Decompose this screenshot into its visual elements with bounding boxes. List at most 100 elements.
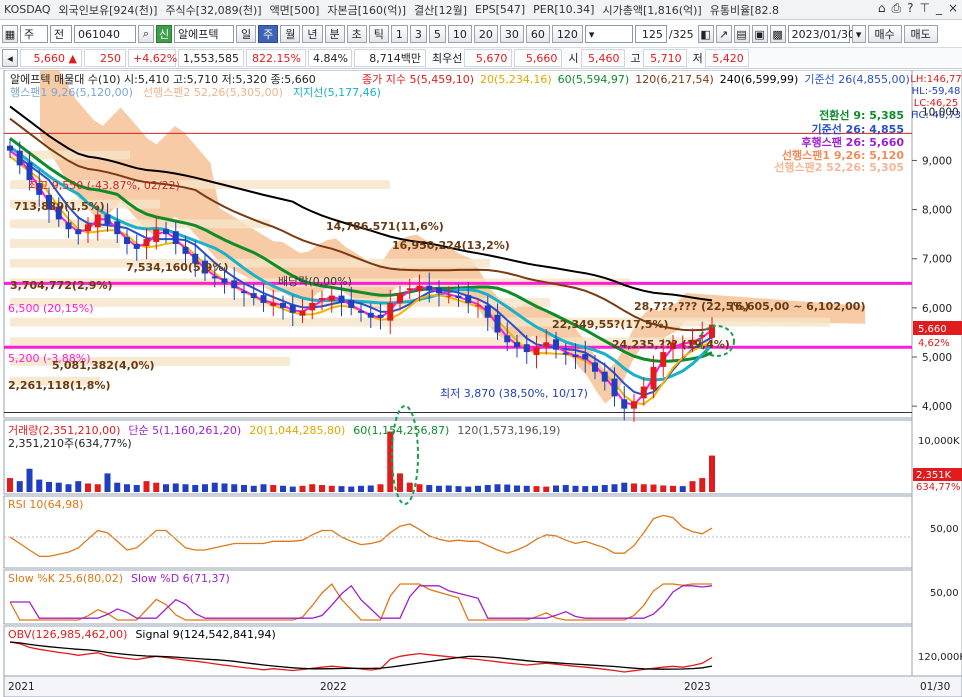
candle-down bbox=[582, 354, 589, 360]
print-icon[interactable]: ⎙ bbox=[892, 1, 902, 16]
volume-ma20-legend: 20(1,044,285,80) bbox=[249, 424, 345, 437]
volume-bar bbox=[543, 486, 550, 492]
high-price: 5,710 bbox=[642, 49, 687, 67]
candle-up bbox=[319, 298, 325, 301]
candle-down bbox=[572, 354, 579, 358]
obv-value-legend: OBV(126,985,462,00) bbox=[8, 628, 127, 641]
current-pct-label: 4,62% bbox=[918, 338, 950, 349]
volume-bar bbox=[280, 485, 286, 492]
volume-bar bbox=[504, 484, 511, 492]
interval-10[interactable]: 10 bbox=[447, 25, 472, 43]
period-second[interactable]: 초 bbox=[346, 25, 367, 43]
candle-down bbox=[426, 285, 433, 291]
custom-interval-select[interactable]: ▾ bbox=[584, 25, 633, 43]
volume-bar bbox=[26, 468, 33, 492]
volume-bar bbox=[367, 485, 374, 492]
candle-down bbox=[133, 244, 140, 249]
par-value: 액면[500] bbox=[269, 3, 320, 17]
calendar-icon[interactable]: ▾ bbox=[851, 25, 866, 43]
period-year[interactable]: 년 bbox=[302, 25, 323, 43]
candle-up bbox=[85, 224, 91, 232]
volume-bar bbox=[104, 473, 111, 492]
volume-profile-label-6: 5,081,382(4,0%) bbox=[52, 359, 155, 372]
volume-legend: 거래량(2,351,210,00) 단순 5(1,160,261,20) 20(1,… bbox=[8, 424, 560, 437]
volume-bar bbox=[124, 484, 130, 492]
candle-down bbox=[163, 229, 169, 235]
volume-bar bbox=[640, 484, 647, 492]
draw-icon[interactable]: ↗ bbox=[715, 25, 732, 43]
home-icon[interactable]: ⌂ bbox=[878, 1, 886, 16]
toggle-icon[interactable]: ◧ bbox=[697, 25, 714, 43]
period-month[interactable]: 월 bbox=[280, 25, 301, 43]
slow-d-legend: Slow %D 6(71,37) bbox=[131, 572, 230, 585]
ma60-legend: 60(5,594,97) bbox=[558, 73, 630, 86]
volume-bar bbox=[65, 484, 72, 492]
help-icon[interactable]: ? bbox=[907, 1, 913, 16]
pin-icon[interactable]: ⊤ bbox=[919, 1, 929, 16]
close-icon[interactable]: × bbox=[948, 1, 958, 16]
low-annotation: 최저 3,870 (38,50%, 10/17) bbox=[440, 387, 588, 400]
candle-up bbox=[387, 302, 394, 321]
line-6500-label: 6,500 (20,15%) bbox=[8, 302, 94, 315]
count-input[interactable]: 125 bbox=[634, 25, 667, 43]
time-label-2021: 2021 bbox=[8, 681, 35, 693]
rsi-panel[interactable] bbox=[3, 495, 913, 569]
date-input[interactable]: 2023/01/30 bbox=[787, 25, 855, 43]
ma240-legend: 240(6,599,99) bbox=[720, 73, 799, 86]
volume-bar bbox=[709, 455, 715, 492]
volume-profile-label-9: 24,235,??? (19,4%) bbox=[612, 338, 730, 351]
foreign-holding: 외국인보유[924(천)] bbox=[58, 3, 158, 17]
period-minute[interactable]: 분 bbox=[324, 25, 345, 43]
price-axis-label: 10,000 bbox=[922, 106, 959, 118]
candle-up bbox=[660, 352, 667, 367]
candle-down bbox=[455, 295, 462, 299]
stock-code-input[interactable]: 061040 bbox=[74, 25, 136, 43]
ask-price: 5,670 bbox=[464, 49, 513, 67]
search-icon[interactable]: ⌕ bbox=[138, 25, 154, 43]
save-icon[interactable]: ▣ bbox=[751, 25, 768, 43]
grid-icon[interactable]: ▤ bbox=[733, 25, 750, 43]
volume-bar bbox=[16, 481, 23, 492]
open-label: 시 bbox=[568, 52, 579, 65]
interval-20[interactable]: 20 bbox=[473, 25, 498, 43]
period-tick[interactable]: 틱 bbox=[368, 25, 389, 43]
minimize-icon[interactable]: _ bbox=[936, 1, 942, 16]
volume-bar bbox=[416, 484, 423, 492]
mode-select[interactable]: 주 bbox=[20, 25, 48, 43]
volume-bar bbox=[221, 483, 228, 492]
layout-icon[interactable]: ▦ bbox=[2, 25, 18, 43]
high-label: 고 bbox=[630, 52, 641, 65]
volume-bar bbox=[631, 483, 637, 492]
interval-30[interactable]: 30 bbox=[499, 25, 524, 43]
volume-ratio: 822.15% bbox=[246, 49, 306, 67]
volume-ma120-legend: 120(1,573,196,19) bbox=[457, 424, 560, 437]
buy-button[interactable]: 매수 bbox=[867, 25, 902, 43]
prefix-select[interactable]: 전 bbox=[50, 25, 72, 43]
candle-up bbox=[309, 302, 316, 311]
candle-down bbox=[26, 162, 33, 181]
pattern-icon[interactable]: ▩ bbox=[769, 25, 786, 43]
candle-down bbox=[260, 295, 267, 303]
volume-bar bbox=[299, 485, 306, 492]
interval-5[interactable]: 5 bbox=[428, 25, 446, 43]
total-count: /325 bbox=[668, 27, 694, 41]
expand-icon[interactable]: ◂ bbox=[2, 49, 18, 67]
period-week[interactable]: 주 bbox=[258, 25, 279, 43]
time-label-current: 01/30 bbox=[920, 681, 950, 693]
sell-button[interactable]: 매도 bbox=[903, 25, 938, 43]
candle-down bbox=[553, 339, 559, 350]
volume-profile-bar bbox=[10, 258, 490, 268]
interval-3[interactable]: 3 bbox=[409, 25, 427, 43]
low-label: 저 bbox=[692, 52, 703, 65]
chikou-value: 후행스팬 26: 5,660 bbox=[801, 135, 904, 149]
interval-1[interactable]: 1 bbox=[390, 25, 408, 43]
candle-down bbox=[465, 295, 472, 303]
candle-down bbox=[494, 314, 501, 333]
interval-60[interactable]: 60 bbox=[525, 25, 550, 43]
stock-chart[interactable]: 알에프텍 매물대 수(10) 시:5,410 고:5,710 저:5,320 종… bbox=[0, 70, 962, 697]
volume-bar bbox=[377, 484, 384, 492]
period-day[interactable]: 일 bbox=[236, 25, 257, 43]
candle-down bbox=[484, 305, 491, 318]
interval-120[interactable]: 120 bbox=[551, 25, 583, 43]
volume-legend-title: 거래량(2,351,210,00) bbox=[8, 424, 120, 437]
